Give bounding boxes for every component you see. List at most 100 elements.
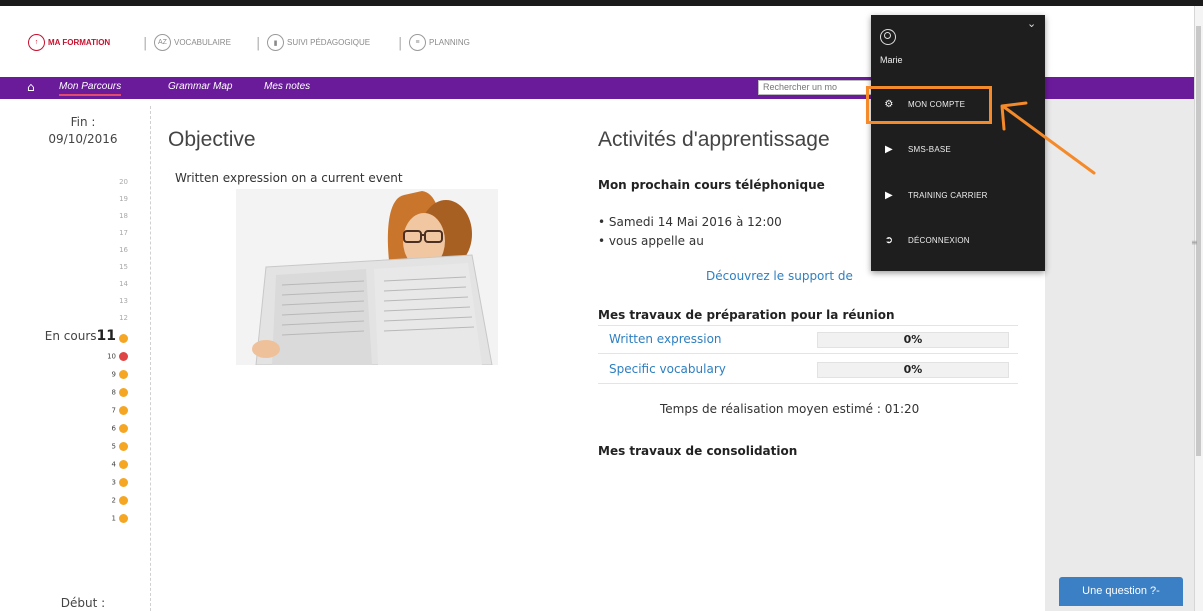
level-19: 19	[119, 195, 128, 203]
menu-item-training-carrier[interactable]: ▶ TRAINING CARRIER	[871, 180, 1045, 210]
start-label: Début :	[60, 596, 106, 610]
objective-image	[236, 189, 498, 365]
module-planning[interactable]: ≡ PLANNING	[409, 34, 470, 51]
level-15: 15	[119, 263, 128, 271]
level-14: 14	[119, 280, 128, 288]
level-current: En cours11	[45, 328, 128, 344]
level-1: 1	[112, 514, 128, 523]
az-circle-icon: AZ	[154, 34, 171, 51]
level-number: 8	[111, 388, 116, 397]
level-4: 4	[112, 460, 128, 469]
level-number: 5	[111, 442, 116, 451]
level-13: 13	[119, 297, 128, 305]
level-dot	[119, 514, 128, 523]
chevron-down-icon[interactable]: ⌄	[1027, 17, 1036, 30]
woman-reading-newspaper-illustration	[236, 189, 498, 365]
end-date: Fin : 09/10/2016	[28, 114, 138, 148]
play-icon: ▶	[885, 143, 893, 155]
level-number: 2	[111, 496, 116, 505]
objective-title: Objective	[168, 128, 256, 151]
module-label: PLANNING	[429, 38, 470, 47]
level-7: 7	[112, 406, 128, 415]
divider: |	[143, 36, 148, 51]
level-number: 3	[111, 478, 116, 487]
discover-support-link[interactable]: Découvrez le support de	[706, 269, 853, 283]
level-9: 9	[112, 370, 128, 379]
level-8: 8	[112, 388, 128, 397]
divider	[598, 353, 1018, 354]
module-label: MA FORMATION	[48, 38, 111, 47]
module-vocabulaire[interactable]: AZ VOCABULAIRE	[154, 34, 231, 51]
tab-mon-parcours[interactable]: Mon Parcours	[59, 81, 122, 96]
level-dot	[119, 352, 128, 361]
module-label: SUIVI PÉDAGOGIQUE	[287, 38, 371, 47]
level-number: 10	[107, 352, 116, 361]
module-ma-formation[interactable]: ↑ MA FORMATION	[28, 34, 110, 51]
menu-item-deconnexion[interactable]: ➲ DÉCONNEXION	[871, 225, 1045, 255]
level-6: 6	[112, 424, 128, 433]
user-icon	[880, 29, 896, 45]
level-number: 6	[111, 424, 116, 433]
home-icon[interactable]: ⌂	[27, 80, 35, 94]
divider	[598, 383, 1018, 384]
end-date-value: 09/10/2016	[48, 132, 118, 146]
divider	[598, 325, 1018, 326]
divider: |	[256, 36, 261, 51]
level-17: 17	[119, 229, 128, 237]
task-progress-bar: 0%	[817, 332, 1009, 348]
task-written-expression[interactable]: Written expression	[609, 332, 722, 346]
level-number: 1	[111, 514, 116, 523]
menu-item-label: SMS-BASE	[908, 144, 951, 154]
module-label: VOCABULAIRE	[174, 38, 231, 47]
play-icon: ▶	[885, 189, 893, 201]
level-10: 10	[107, 352, 128, 361]
current-label: En cours	[44, 329, 97, 343]
planning-circle-icon: ≡	[409, 34, 426, 51]
level-dot	[119, 388, 128, 397]
next-call-heading: Mon prochain cours téléphonique	[598, 178, 825, 192]
call-date: • Samedi 14 Mai 2016 à 12:00	[598, 215, 782, 229]
call-note: • vous appelle au	[598, 234, 704, 248]
level-18: 18	[119, 212, 128, 220]
activities-title: Activités d'apprentissage	[598, 128, 830, 151]
username: Marie	[880, 55, 903, 65]
level-16: 16	[119, 246, 128, 254]
help-question-button[interactable]: Une question ?-	[1059, 577, 1183, 606]
tab-mes-notes[interactable]: Mes notes	[264, 81, 310, 92]
scroll-handle-icon: ≡	[1191, 238, 1198, 247]
chart-circle-icon: ▮	[267, 34, 284, 51]
level-dot	[119, 424, 128, 433]
menu-item-label: TRAINING CARRIER	[908, 190, 988, 200]
level-dot	[119, 478, 128, 487]
end-label: Fin :	[70, 115, 96, 129]
level-dot	[119, 406, 128, 415]
level-20: 20	[119, 178, 128, 186]
level-number: 7	[111, 406, 116, 415]
module-suivi-pedagogique[interactable]: ▮ SUIVI PÉDAGOGIQUE	[267, 34, 370, 51]
tab-grammar-map[interactable]: Grammar Map	[168, 81, 232, 92]
level-5: 5	[112, 442, 128, 451]
consolidation-heading: Mes travaux de consolidation	[598, 444, 798, 458]
divider: |	[398, 36, 403, 51]
arrow-up-circle-icon: ↑	[28, 34, 45, 51]
task-specific-vocabulary[interactable]: Specific vocabulary	[609, 362, 726, 376]
level-12: 12	[119, 314, 128, 322]
level-3: 3	[112, 478, 128, 487]
progress-column: Fin : 09/10/2016 20 19 18 17 16 15 14 13…	[28, 106, 151, 611]
annotation-arrow	[1000, 101, 1096, 175]
level-number: 4	[111, 460, 116, 469]
highlight-box	[866, 86, 992, 124]
level-2: 2	[112, 496, 128, 505]
logout-icon: ➲	[884, 234, 894, 246]
menu-item-label: DÉCONNEXION	[908, 235, 970, 245]
level-number: 9	[111, 370, 116, 379]
current-level: 11	[96, 328, 116, 344]
search-input[interactable]: Rechercher un mo	[758, 80, 878, 95]
level-dot	[119, 333, 128, 343]
level-dot	[119, 460, 128, 469]
objective-description: Written expression on a current event	[175, 171, 403, 185]
estimated-time: Temps de réalisation moyen estimé : 01:2…	[660, 402, 920, 416]
level-dot	[119, 370, 128, 379]
task-progress-bar: 0%	[817, 362, 1009, 378]
page-scrollbar[interactable]: ≡	[1191, 6, 1203, 611]
